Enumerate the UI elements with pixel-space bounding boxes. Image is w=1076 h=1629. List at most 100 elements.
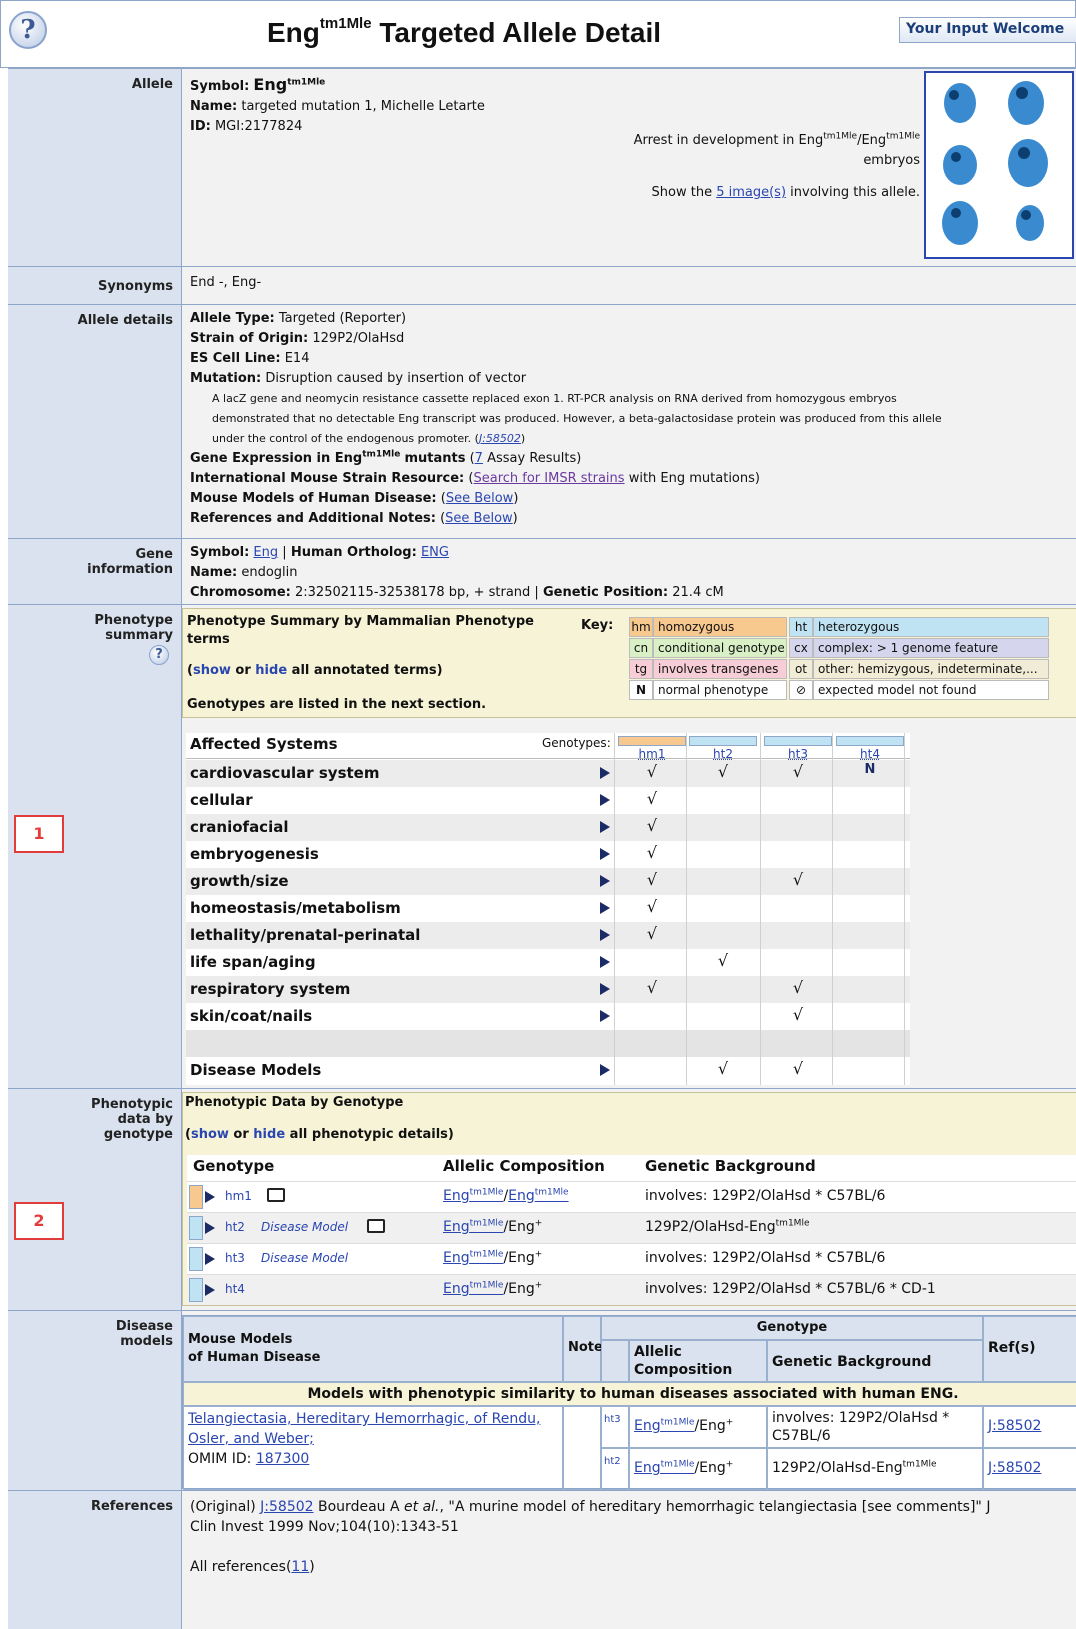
genotype-header-ht3[interactable]: ht3 (763, 747, 833, 761)
genotype-chip[interactable]: ht2 (601, 1448, 629, 1490)
system-name: cellular (190, 791, 253, 809)
key-desc-2: conditional genotype (653, 638, 787, 658)
genotype-header-hm1[interactable]: hm1 (617, 747, 687, 761)
expand-triangle-icon[interactable] (205, 1253, 215, 1265)
allele-link[interactable]: Engtm1Mle (443, 1188, 503, 1204)
genotype-row[interactable]: ht2 Disease Model Engtm1Mle/Eng+ 129P2/OlaH… (187, 1212, 1076, 1243)
system-row[interactable]: skin/coat/nails √ (186, 1003, 910, 1030)
expand-triangle-icon[interactable] (600, 1010, 610, 1022)
expand-triangle-icon[interactable] (600, 848, 610, 860)
references-see-below-link[interactable]: See Below (445, 511, 513, 526)
system-name: respiratory system (190, 980, 351, 998)
grid-divider (686, 733, 687, 1085)
allele-link[interactable]: Engtm1Mle (443, 1219, 503, 1235)
system-row[interactable]: growth/size √ √ (186, 868, 910, 895)
allele-link-2[interactable]: Engtm1Mle (508, 1188, 568, 1204)
show-terms-link[interactable]: show (193, 663, 231, 678)
camera-icon[interactable] (267, 1188, 285, 1202)
genotype-row[interactable]: ht4 Engtm1Mle/Eng+ involves: 129P2/OlaHsd … (187, 1274, 1076, 1305)
gene-symbol-link[interactable]: Eng (253, 545, 278, 560)
images-link[interactable]: 5 image(s) (716, 185, 786, 200)
system-row[interactable]: respiratory system √ √ (186, 976, 910, 1003)
system-row[interactable]: cellular √ (186, 787, 910, 814)
genotype-chip[interactable]: ht3 (601, 1406, 629, 1448)
phenotype-summary-title: Phenotype Summary by Mammalian Phenotype… (187, 614, 534, 647)
genetic-background-cell: involves: 129P2/OlaHsd * C57BL/6 (767, 1406, 983, 1448)
disease-link[interactable]: Telangiectasia, Hereditary Hemorrhagic, … (188, 1411, 540, 1447)
name-label: Name: (190, 99, 238, 114)
expand-triangle-icon[interactable] (600, 983, 610, 995)
note-ref-link[interactable]: J:58502 (479, 432, 521, 445)
hide-terms-link[interactable]: hide (255, 663, 287, 678)
annotation-marker-2: 2 (14, 1202, 64, 1240)
disease-models-table: Mouse Models of Human Disease Note Genoty… (182, 1315, 1076, 1490)
system-row[interactable]: craniofacial √ (186, 814, 910, 841)
genotype-row[interactable]: ht3 Disease Model Engtm1Mle/Eng+ involves: … (187, 1243, 1076, 1274)
grid-divider (904, 733, 905, 1085)
check-mark: √ (792, 762, 804, 781)
human-ortholog-link[interactable]: ENG (421, 545, 449, 560)
phenotype-key-legend: hm homozygous ht heterozygous cn conditional … (629, 617, 1049, 701)
original-ref-link[interactable]: J:58502 (260, 1499, 313, 1515)
allele-type: Targeted (Reporter) (278, 311, 407, 326)
expand-triangle-icon[interactable] (600, 956, 610, 968)
embryo-image-thumbnail[interactable] (924, 71, 1074, 259)
expand-triangle-icon[interactable] (600, 821, 610, 833)
allele-link[interactable]: Engtm1Mle (443, 1281, 503, 1297)
expand-triangle-icon[interactable] (600, 902, 610, 914)
system-row[interactable]: embryogenesis √ (186, 841, 910, 868)
mouse-models-header: Mouse Models of Human Disease (183, 1316, 563, 1382)
genotype-id[interactable]: ht2 (225, 1220, 245, 1234)
assay-results-link[interactable]: 7 (475, 451, 483, 466)
ref-cell: J:58502 (983, 1406, 1076, 1448)
expand-triangle-icon[interactable] (600, 767, 610, 779)
all-references-link[interactable]: 11 (291, 1559, 309, 1575)
imsr-link[interactable]: Search for IMSR strains (473, 471, 624, 486)
phenotype-summary-panel: Phenotype Summary by Mammalian Phenotype… (182, 608, 1076, 718)
expand-triangle-icon[interactable] (600, 875, 610, 887)
ref-link[interactable]: J:58502 (988, 1460, 1041, 1476)
genotype-header-ht2[interactable]: ht2 (688, 747, 758, 761)
disease-models-row-summary[interactable]: Disease Models √ √ (186, 1057, 910, 1084)
expand-triangle-icon[interactable] (600, 794, 610, 806)
genotype-id[interactable]: ht3 (225, 1251, 245, 1265)
expand-triangle-icon[interactable] (600, 929, 610, 941)
ref-link[interactable]: J:58502 (988, 1418, 1041, 1434)
genotype-color-bar-hm1 (618, 736, 686, 746)
grid-divider (614, 733, 615, 1085)
system-row[interactable]: homeostasis/metabolism √ (186, 895, 910, 922)
mouse-models-see-below-link[interactable]: See Below (446, 491, 514, 506)
expand-triangle-icon[interactable] (205, 1222, 215, 1234)
genetic-background: 129P2/OlaHsd-Engtm1Mle (645, 1218, 810, 1235)
system-row[interactable]: life span/aging √ (186, 949, 910, 976)
hide-details-link[interactable]: hide (253, 1127, 285, 1142)
allelic-column-header: Allelic Composition (443, 1157, 605, 1175)
expand-triangle-icon[interactable] (600, 1064, 610, 1076)
system-name: cardiovascular system (190, 764, 380, 782)
disease-model-tag[interactable]: Disease Model (261, 1251, 348, 1265)
page-header: ? Engtm1Mle Targeted Allele Detail Your … (0, 0, 1076, 68)
genotype-id[interactable]: hm1 (225, 1189, 252, 1203)
system-row[interactable]: lethality/prenatal-perinatal √ (186, 922, 910, 949)
your-input-welcome-button[interactable]: Your Input Welcome (899, 17, 1076, 43)
disease-cell: Telangiectasia, Hereditary Hemorrhagic, … (183, 1406, 563, 1490)
genotype-id[interactable]: ht4 (225, 1282, 245, 1296)
key-code-6: N (629, 680, 653, 700)
expand-triangle-icon[interactable] (205, 1191, 215, 1203)
system-row[interactable]: cardiovascular system √ √ √ N (186, 760, 910, 787)
genotype-row[interactable]: hm1 Engtm1Mle/Engtm1Mle involves: 129P2/Ol… (187, 1181, 1076, 1212)
references-row: References (Original) J:58502 Bourdeau A… (8, 1490, 1076, 1629)
disease-model-tag[interactable]: Disease Model (261, 1220, 348, 1234)
help-icon[interactable]: ? (9, 11, 47, 49)
phenotype-help-icon[interactable]: ? (149, 645, 169, 665)
phenotypic-data-title: Phenotypic Data by Genotype (185, 1095, 404, 1110)
allele-link[interactable]: Engtm1Mle (634, 1418, 694, 1434)
allele-link[interactable]: Engtm1Mle (634, 1460, 694, 1476)
omim-link[interactable]: 187300 (256, 1451, 309, 1467)
genotype-header-ht4[interactable]: ht4 (835, 747, 905, 761)
expand-triangle-icon[interactable] (205, 1284, 215, 1296)
symbol-label: Symbol: (190, 79, 250, 94)
allele-link[interactable]: Engtm1Mle (443, 1250, 503, 1266)
camera-icon[interactable] (367, 1219, 385, 1233)
show-details-link[interactable]: show (191, 1127, 229, 1142)
